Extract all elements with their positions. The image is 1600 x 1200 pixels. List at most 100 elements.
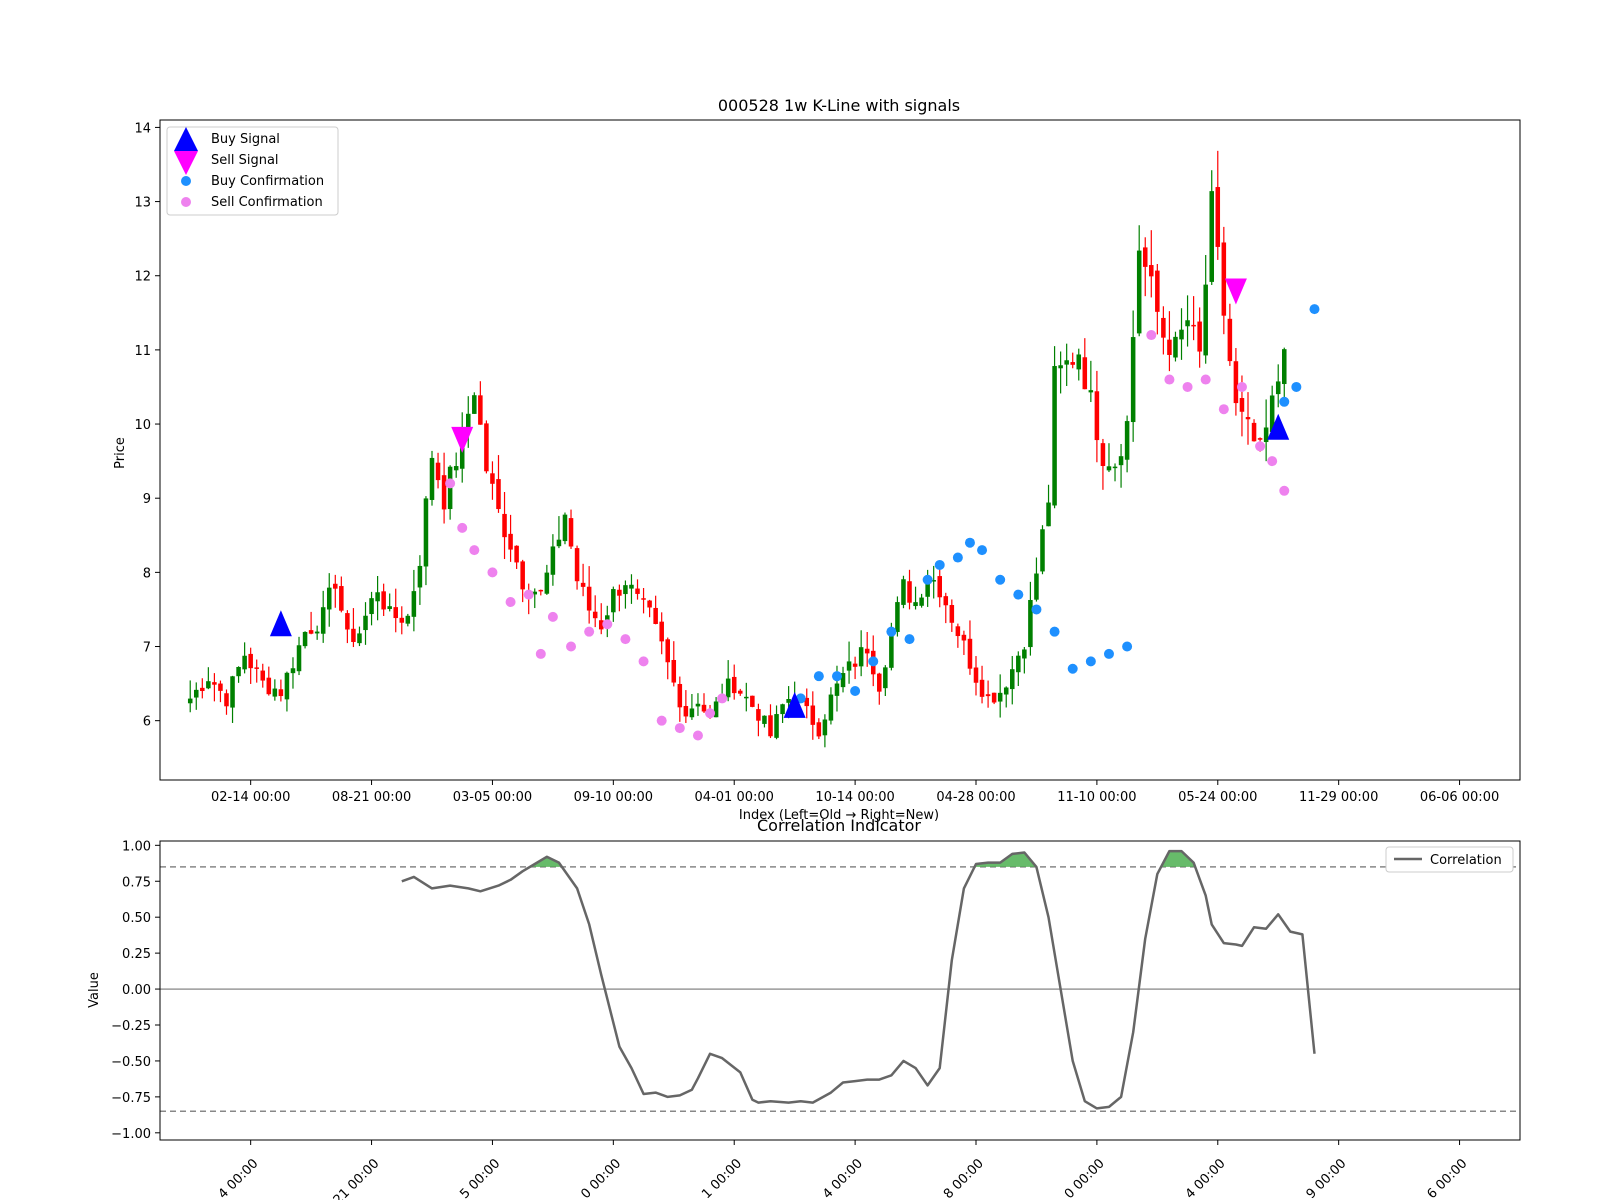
candle-body <box>357 633 362 644</box>
candle-body <box>1076 354 1082 370</box>
candle-body <box>1251 422 1257 442</box>
kline-xtick-label: 02-14 00:00 <box>211 790 290 805</box>
buy-confirmation-point <box>850 686 861 697</box>
kline-xtick-label: 04-01 00:00 <box>695 790 774 805</box>
candle-body <box>1034 573 1039 600</box>
candle-body <box>780 704 785 715</box>
candle-body <box>816 722 822 737</box>
correlation-ytick-label: 0.75 <box>122 875 151 890</box>
correlation-ytick-label: −1.00 <box>111 1127 151 1142</box>
candle-body <box>1010 669 1015 690</box>
correlation-ytick-label: −0.50 <box>111 1055 151 1070</box>
buy-confirmation-point <box>922 574 933 585</box>
candle-body <box>1100 443 1106 466</box>
correlation-ytick-label: 0.00 <box>122 983 151 998</box>
candle-body <box>417 565 423 588</box>
candle-body <box>635 588 640 594</box>
correlation-xtick-label: 4 00:00 <box>820 1156 866 1200</box>
candle-body <box>683 706 689 717</box>
buy-confirmation-point <box>977 545 988 556</box>
kline-ytick-label: 7 <box>143 641 151 656</box>
correlation-xtick-label: 5 00:00 <box>457 1156 503 1200</box>
correlation-xtick-label: 1 00:00 <box>699 1156 745 1200</box>
sell-confirmation-point <box>692 730 703 741</box>
correlation-xtick-label: 21 00:00 <box>331 1156 383 1200</box>
candle-body <box>1022 649 1027 659</box>
candle-body <box>568 518 574 547</box>
legend-buy-confirmation-marker <box>181 176 191 186</box>
sell-confirmation-point <box>705 708 716 719</box>
kline-ytick-label: 13 <box>134 196 151 211</box>
candle-body <box>1215 187 1221 247</box>
candle-body <box>441 475 447 510</box>
kline-xtick-label: 11-10 00:00 <box>1057 790 1136 805</box>
candle-body <box>623 585 628 595</box>
candle-body <box>1016 655 1021 673</box>
candle-body <box>1088 390 1094 393</box>
candle-body <box>351 628 356 642</box>
buy-confirmation-point <box>1067 663 1078 674</box>
candle-body <box>387 606 392 609</box>
sell-confirmation-point <box>469 545 480 556</box>
sell-confirmation-point <box>638 656 649 667</box>
buy-confirmation-point <box>952 552 963 563</box>
candle-body <box>314 631 320 634</box>
sell-confirmation-point <box>445 478 456 489</box>
candle-body <box>877 673 882 692</box>
candle-body <box>1263 427 1269 443</box>
buy-confirmation-point <box>995 574 1006 585</box>
correlation-xtick-label: 4 00:00 <box>216 1156 262 1200</box>
sell-confirmation-point <box>487 567 498 578</box>
kline-title: 000528 1w K-Line with signals <box>718 96 960 115</box>
kline-xtick-label: 08-21 00:00 <box>332 790 411 805</box>
candle-body <box>574 548 580 582</box>
sell-confirmation-point <box>523 589 534 600</box>
correlation-title: Correlation Indicator <box>757 816 921 835</box>
candle-body <box>1028 599 1033 648</box>
candle-body <box>1209 191 1214 282</box>
candle-body <box>1197 321 1202 352</box>
candle-body <box>1058 365 1063 369</box>
candle-body <box>738 690 743 694</box>
sell-confirmation-point <box>1255 441 1266 452</box>
candle-body <box>242 655 247 670</box>
kline-ytick-label: 11 <box>134 344 151 359</box>
candle-body <box>629 584 634 589</box>
sell-confirmation-point <box>1236 381 1247 392</box>
candle-body <box>701 704 707 712</box>
candle-body <box>260 670 266 681</box>
sell-confirmation-point <box>584 626 595 637</box>
candle-body <box>586 586 592 611</box>
candle-body <box>1136 250 1142 334</box>
kline-ytick-label: 10 <box>134 418 151 433</box>
candle-body <box>490 473 495 484</box>
candle-body <box>919 597 924 606</box>
candle-body <box>665 639 670 663</box>
candle-body <box>230 676 235 708</box>
candle-body <box>580 582 586 587</box>
candle-body <box>695 703 701 707</box>
candle-body <box>1082 357 1088 390</box>
correlation-xticks: 4 00:00 21 00:00 5 00:00 0 00:00 1 00:00 4 00… <box>216 1140 1470 1200</box>
candle-body <box>1275 381 1281 395</box>
candle-body <box>949 605 955 623</box>
kline-xticks: 02-14 00:00 08-21 00:00 03-05 00:00 09-10 0… <box>211 780 1499 805</box>
candle-body <box>550 546 556 575</box>
candle-body <box>302 631 308 647</box>
correlation-yticks: 1.00 0.75 0.50 0.25 0.00 −0.25 −0.50 −0.75 −1.00 <box>111 839 160 1142</box>
correlation-legend-label: Correlation <box>1430 853 1502 868</box>
candle-body <box>943 596 949 606</box>
candle-body <box>393 607 398 619</box>
sell-confirmation-point <box>620 634 631 645</box>
candle-body <box>1070 362 1075 365</box>
sell-confirmation-point <box>1267 456 1278 467</box>
candle-body <box>955 626 961 637</box>
buy-confirmation-point <box>1103 648 1114 659</box>
sell-confirmation-point <box>1218 404 1229 415</box>
candle-body <box>641 598 646 600</box>
buy-confirmation-point <box>1049 626 1060 637</box>
candle-body <box>484 423 489 472</box>
kline-xtick-label: 11-29 00:00 <box>1299 790 1378 805</box>
candle-body <box>677 683 683 708</box>
candle-body <box>1112 466 1118 469</box>
